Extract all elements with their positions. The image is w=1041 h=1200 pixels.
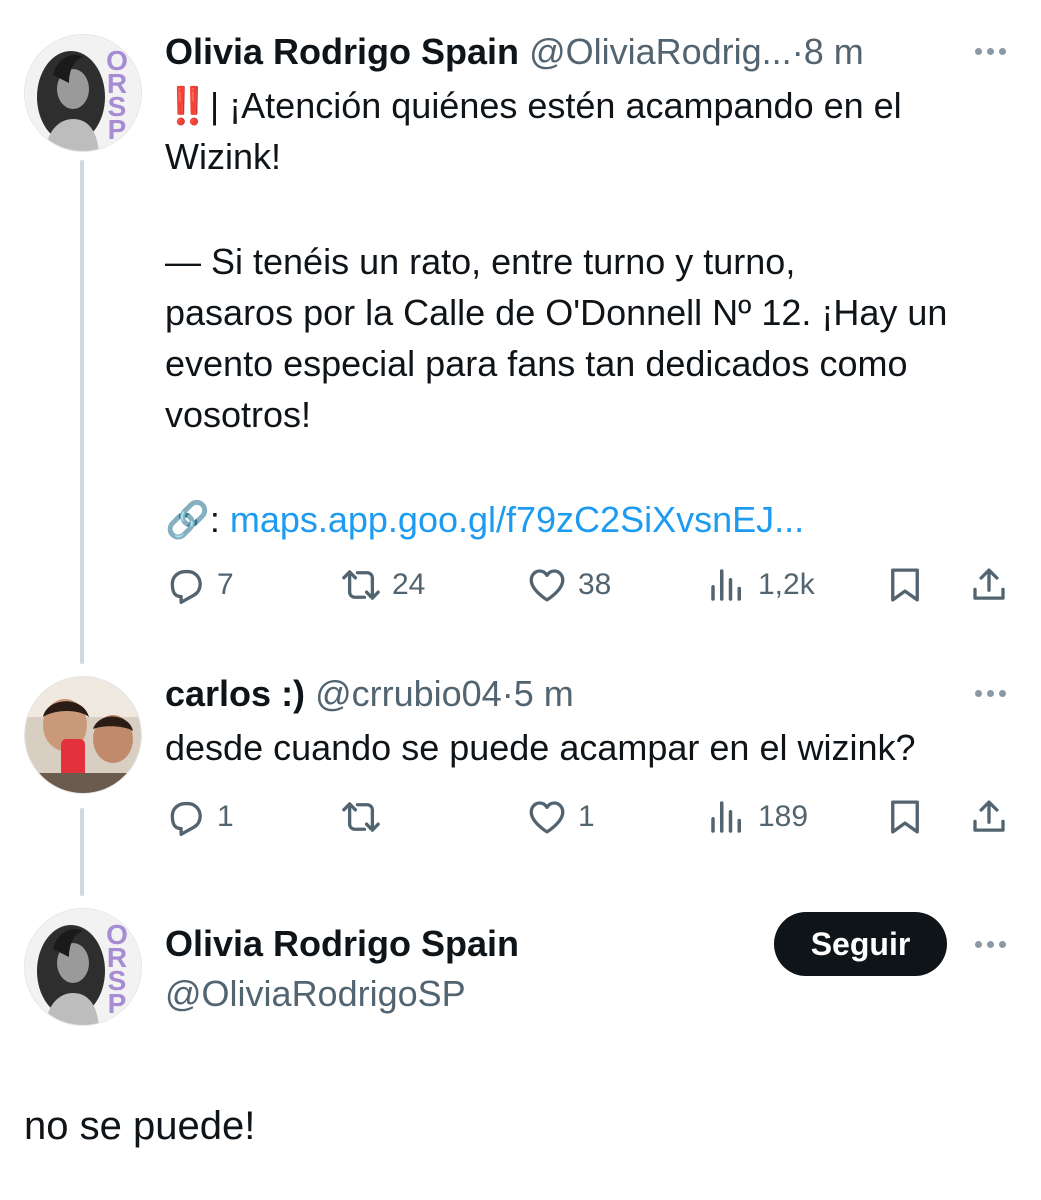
display-name[interactable]: carlos :) <box>165 673 305 714</box>
handle[interactable]: @crrubio04 <box>315 673 502 714</box>
retweet-button[interactable] <box>340 796 392 838</box>
follow-button[interactable]: Seguir <box>774 912 947 976</box>
badge-letter: P <box>107 114 127 145</box>
avatar-photo <box>25 677 141 793</box>
display-name[interactable]: Olivia Rodrigo Spain <box>165 922 519 966</box>
bookmark-button[interactable] <box>884 564 926 606</box>
views-button[interactable]: 1,2k <box>706 564 815 606</box>
tweet-paragraph: — Si tenéis un rato, entre turno y turno… <box>165 236 1035 440</box>
reply-icon <box>165 796 207 838</box>
like-count: 38 <box>578 568 612 601</box>
tweet-text: desde cuando se puede acampar en el wizi… <box>165 727 916 768</box>
views-icon <box>706 564 748 606</box>
reply-count: 1 <box>217 800 234 833</box>
text-line: | ¡Atención quiénes estén acampando en e… <box>209 85 902 126</box>
share-button[interactable] <box>968 796 1010 838</box>
map-link[interactable]: maps.app.goo.gl/f79zC2SiXvsnEJ... <box>230 499 804 540</box>
avatar-badge: O R S P <box>97 921 137 1019</box>
tweet-text: ‼️| ¡Atención quiénes estén acampando en… <box>165 80 1025 182</box>
like-count: 1 <box>578 800 595 833</box>
emoji: ‼️ <box>165 85 210 126</box>
share-icon <box>968 796 1010 838</box>
avatar-badge: O R S P <box>97 47 137 145</box>
timestamp[interactable]: 8 m <box>804 31 864 72</box>
share-icon <box>968 564 1010 606</box>
badge-letter: P <box>107 988 127 1019</box>
tweet-link-row: 🔗: maps.app.goo.gl/f79zC2SiXvsnEJ... <box>165 494 804 545</box>
avatar[interactable]: O R S P <box>24 34 142 152</box>
link-icon: 🔗: <box>165 499 230 540</box>
thread-line <box>80 160 84 664</box>
text-line: evento especial para fans tan dedicados … <box>165 343 908 384</box>
avatar[interactable]: O R S P <box>24 908 142 1026</box>
display-name[interactable]: Olivia Rodrigo Spain <box>165 31 519 72</box>
views-count: 1,2k <box>758 568 815 601</box>
more-icon[interactable] <box>975 48 1006 55</box>
like-button[interactable]: 1 <box>526 796 595 838</box>
separator: · <box>501 673 514 714</box>
reply-icon <box>165 564 207 606</box>
views-icon <box>706 796 748 838</box>
text-line: vosotros! <box>165 394 312 435</box>
thread-line <box>80 808 84 896</box>
reply-button[interactable]: 1 <box>165 796 234 838</box>
more-icon[interactable] <box>975 941 1006 948</box>
views-count: 189 <box>758 800 809 833</box>
text-line: — Si tenéis un rato, entre turno y turno… <box>165 241 796 282</box>
separator: · <box>791 31 804 72</box>
retweet-icon <box>340 796 382 838</box>
avatar[interactable] <box>24 676 142 794</box>
views-button[interactable]: 189 <box>706 796 808 838</box>
retweet-icon <box>340 564 382 606</box>
text-line: Wizink! <box>165 136 281 177</box>
retweet-count: 24 <box>392 568 426 601</box>
bookmark-button[interactable] <box>884 796 926 838</box>
tweet-header: carlos :) @crrubio04·5 m <box>165 672 574 716</box>
share-button[interactable] <box>968 564 1010 606</box>
bookmark-icon <box>884 564 926 606</box>
like-button[interactable]: 38 <box>526 564 611 606</box>
bookmark-icon <box>884 796 926 838</box>
handle[interactable]: @OliviaRodrig... <box>529 31 792 72</box>
tweet-text: no se puede! <box>24 1104 256 1148</box>
handle[interactable]: @OliviaRodrigoSP <box>165 972 466 1016</box>
like-icon <box>526 564 568 606</box>
retweet-button[interactable]: 24 <box>340 564 425 606</box>
like-icon <box>526 796 568 838</box>
reply-count: 7 <box>217 568 234 601</box>
tweet-header: Olivia Rodrigo Spain @OliviaRodrig...·8 … <box>165 30 864 74</box>
reply-button[interactable]: 7 <box>165 564 234 606</box>
more-icon[interactable] <box>975 690 1006 697</box>
timestamp[interactable]: 5 m <box>514 673 574 714</box>
text-line: pasaros por la Calle de O'Donnell Nº 12.… <box>165 292 948 333</box>
